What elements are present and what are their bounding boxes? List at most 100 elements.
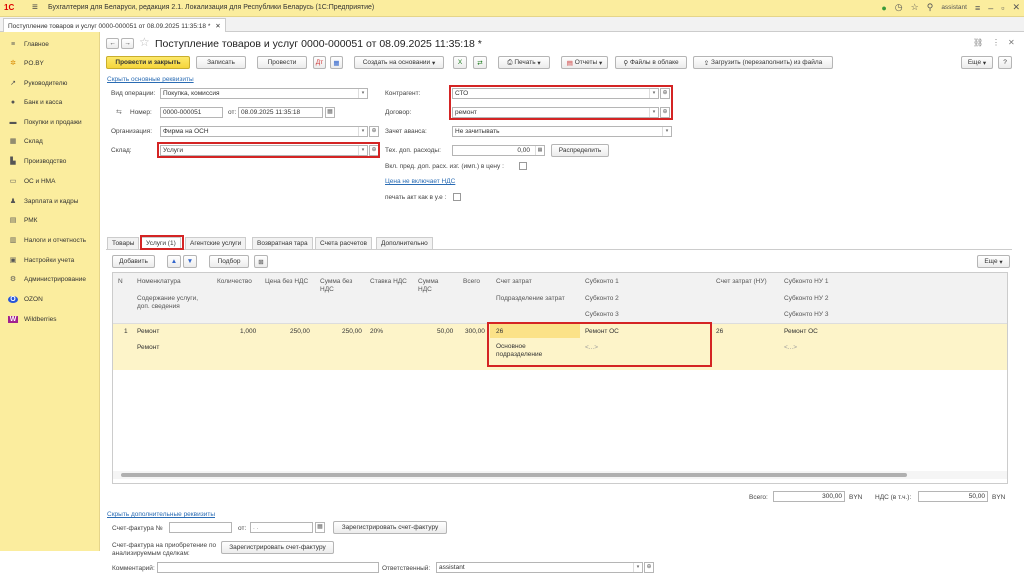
col-header-cost-account[interactable]: Счет затрат [496,278,532,286]
sidebar-item-bank[interactable]: ● Банк и касса [0,95,100,109]
close-tab-icon[interactable]: ✕ [215,23,220,30]
sidebar-item-production[interactable]: ▙ Производство [0,154,100,168]
calendar-icon[interactable]: ▦ [315,522,325,533]
number-field[interactable]: 0000-000051 [160,107,223,118]
settings-icon[interactable]: ≡ [975,3,980,13]
maximize-icon[interactable]: ▫ [1001,3,1004,13]
print-button[interactable]: ⎙ Печать ▾ [498,56,550,69]
cell-vat-rate[interactable]: 20% [370,328,383,335]
cell-quantity[interactable]: 1,000 [240,328,256,335]
operation-type-field[interactable]: Покупка, комиссия ▾ [160,88,368,99]
create-based-on-button[interactable]: Создать на основании ▾ [354,56,444,69]
save-button[interactable]: Записать [196,56,246,69]
link-icon[interactable]: ⛓ [973,38,983,47]
register-invoice-button[interactable]: Зарегистрировать счет-фактуру [333,521,447,534]
favorites-icon[interactable]: ☆ [911,2,919,13]
col-header-content[interactable]: Содержание услуги, доп. сведения [137,295,209,311]
comment-field[interactable] [157,562,379,573]
date-field[interactable]: 08.09.2025 11:35:18 [238,107,323,118]
col-header-vat-rate[interactable]: Ставка НДС [370,278,407,286]
cell-subconto-nu-1[interactable]: Ремонт ОС [784,328,818,335]
col-header-subconto-2[interactable]: Субконто 2 [585,295,619,303]
back-button[interactable]: ← [106,38,119,49]
forward-button[interactable]: → [121,38,134,49]
dropdown-arrow-icon[interactable]: ▾ [358,127,367,136]
window-tab[interactable]: Поступление товаров и услуг 0000-000051 … [3,18,226,32]
sidebar-item-manager[interactable]: ↗ Руководителю [0,76,100,90]
notifications-icon[interactable]: ● [881,3,886,13]
number-settings-icon[interactable]: ⇆ [116,108,122,116]
sidebar-item-salary[interactable]: ♟ Зарплата и кадры [0,194,100,208]
col-header-subconto-nu-1[interactable]: Субконто НУ 1 [784,278,828,286]
sidebar-item-fixed-assets[interactable]: ▭ ОС и НМА [0,174,100,188]
load-doc-icon[interactable]: ⇄ [473,56,487,69]
tab-goods[interactable]: Товары [107,237,140,249]
sidebar-item-accounting-settings[interactable]: ▣ Настройки учета [0,253,100,267]
table-more-button[interactable]: Еще ▾ [977,255,1010,268]
cell-content[interactable]: Ремонт [137,344,159,351]
invoice-date-field[interactable]: . . [250,522,313,533]
col-header-n[interactable]: N [118,278,123,286]
dropdown-arrow-icon[interactable]: ▾ [358,89,367,98]
minimize-icon[interactable]: – [988,3,993,13]
col-header-quantity[interactable]: Количество [217,278,252,286]
scrollbar-thumb[interactable] [121,473,907,477]
register-invoice-button-2[interactable]: Зарегистрировать счет-фактуру [221,541,334,554]
add-row-button[interactable]: Добавить [112,255,155,268]
sidebar-item-purchases-sales[interactable]: ▬ Покупки и продажи [0,115,100,129]
barcode-icon[interactable]: ⊞ [254,255,268,268]
col-header-nomenclature[interactable]: Номенклатура [137,278,181,286]
col-header-sum[interactable]: Сумма без НДС [320,278,364,294]
close-form-icon[interactable]: ✕ [1008,38,1015,47]
col-header-subconto-nu-3[interactable]: Субконто НУ 3 [784,311,828,319]
post-and-close-button[interactable]: Провести и закрыть [106,56,190,69]
col-header-subconto-1[interactable]: Субконто 1 [585,278,619,286]
structure-icon[interactable]: ▦ [330,56,343,69]
col-header-price[interactable]: Цена без НДС [265,278,308,286]
cell-nomenclature[interactable]: Ремонт [137,328,159,335]
main-menu-icon[interactable]: ≡ [32,2,38,13]
posting-icon[interactable]: Дт [313,56,326,69]
sidebar-item-pos[interactable]: ▤ РМК [0,213,100,227]
excel-icon[interactable]: X [453,56,467,69]
col-header-cost-account-nu[interactable]: Счет затрат (НУ) [716,278,767,286]
tab-settlement-accounts[interactable]: Счета расчетов [315,237,372,249]
history-icon[interactable]: ◷ [895,2,903,13]
distribute-button[interactable]: Распределить [551,144,609,157]
col-header-total[interactable]: Всего [463,278,480,286]
more-button[interactable]: Еще ▾ [961,56,993,69]
move-up-icon[interactable]: ▲ [167,255,181,268]
print-act-checkbox[interactable] [453,193,461,201]
tab-agent-services[interactable]: Агентские услуги [185,237,247,249]
extra-expenses-field[interactable]: 0,00 ▦ [452,145,545,156]
post-button[interactable]: Провести [257,56,307,69]
col-header-vat-sum[interactable]: Сумма НДС [418,278,448,294]
open-link-icon[interactable]: ⊕ [644,562,654,573]
col-header-subconto-nu-2[interactable]: Субконто НУ 2 [784,295,828,303]
horizontal-scrollbar[interactable] [113,471,1007,479]
load-from-file-button[interactable]: ⇪ Загрузить (перезаполнить) из файла [693,56,833,69]
sidebar-item-wildberries[interactable]: W Wildberries [0,312,100,326]
tab-returnable-packaging[interactable]: Возвратная тара [252,237,313,249]
more-actions-icon[interactable]: ⋮ [992,38,1000,47]
cell-subconto-nu-2[interactable]: <...> [784,344,797,351]
cell-total[interactable]: 300,00 [465,328,485,335]
calendar-icon[interactable]: ▦ [325,107,335,118]
close-icon[interactable]: ✕ [1012,2,1020,13]
sidebar-item-poby[interactable]: ✲ PO.BY [0,56,100,70]
advance-offset-field[interactable]: Не зачитывать ▾ [452,126,672,137]
col-header-cost-department[interactable]: Подразделение затрат [496,295,565,303]
cell-sum[interactable]: 250,00 [342,328,362,335]
invoice-number-field[interactable] [169,522,232,533]
open-link-icon[interactable]: ⊕ [369,126,379,137]
pick-button[interactable]: Подбор [209,255,249,268]
search-icon[interactable]: ⚲ [927,2,934,13]
user-name[interactable]: assistant [941,4,967,11]
favorite-star-icon[interactable]: ☆ [139,35,150,49]
move-down-icon[interactable]: ▼ [183,255,197,268]
sidebar-item-warehouse[interactable]: ▦ Склад [0,134,100,148]
reports-button[interactable]: ▤ Отчеты ▾ [561,56,608,69]
price-excludes-vat-link[interactable]: Цена не включает НДС [385,178,455,185]
organization-field[interactable]: Фирма на ОСН ▾ [160,126,368,137]
responsible-field[interactable]: assistant ▾ [436,562,643,573]
